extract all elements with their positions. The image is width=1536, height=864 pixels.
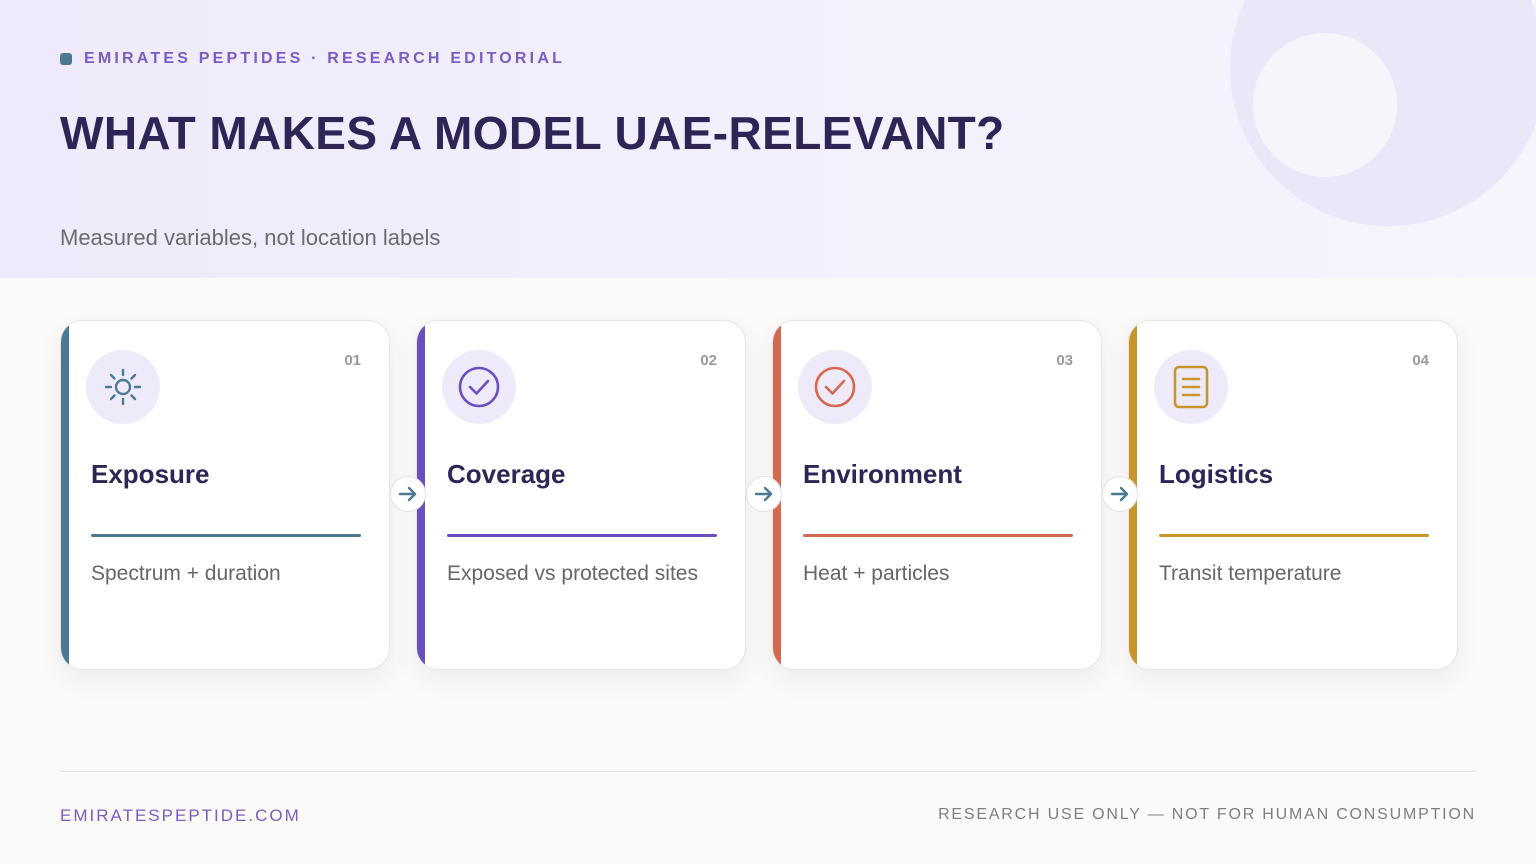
card-coverage: 02 Coverage Exposed vs protected sites — [416, 320, 746, 670]
document-icon — [1173, 365, 1209, 409]
kicker: EMIRATES PEPTIDES · RESEARCH EDITORIAL — [60, 50, 565, 68]
sun-icon — [104, 368, 142, 406]
card-logistics: 04 Logistics Transit temperature — [1128, 320, 1458, 670]
kicker-dot-icon — [60, 53, 72, 65]
hero-section: EMIRATES PEPTIDES · RESEARCH EDITORIAL W… — [0, 0, 1536, 278]
icon-badge — [1154, 350, 1228, 424]
card-number: 02 — [700, 352, 717, 369]
card-exposure: 01 Exposure Spectrum + duration — [60, 320, 390, 670]
card-divider — [1159, 534, 1429, 537]
page-title: WHAT MAKES A MODEL UAE-RELEVANT? — [60, 107, 1005, 159]
page-subtitle: Measured variables, not location labels — [60, 225, 441, 250]
check-circle-icon — [458, 366, 500, 408]
footer-disclaimer: RESEARCH USE ONLY — NOT FOR HUMAN CONSUM… — [938, 806, 1476, 823]
card-title: Environment — [803, 459, 962, 489]
footer-divider — [60, 771, 1476, 772]
card-accent-bar — [61, 321, 69, 669]
arrow-right-icon — [1102, 476, 1138, 512]
card-title: Coverage — [447, 459, 566, 489]
card-number: 04 — [1412, 352, 1429, 369]
arrow-right-icon — [746, 476, 782, 512]
decorative-inner-circle — [1253, 33, 1397, 177]
footer-website: EMIRATESPEPTIDE.COM — [60, 806, 301, 825]
check-circle-icon — [814, 366, 856, 408]
card-number: 01 — [344, 352, 361, 369]
card-number: 03 — [1056, 352, 1073, 369]
card-description: Exposed vs protected sites — [447, 562, 698, 585]
card-description: Transit temperature — [1159, 562, 1342, 585]
icon-badge — [442, 350, 516, 424]
card-title: Logistics — [1159, 459, 1274, 489]
card-description: Heat + particles — [803, 562, 950, 585]
arrow-right-icon — [390, 476, 426, 512]
kicker-text: EMIRATES PEPTIDES · RESEARCH EDITORIAL — [84, 50, 566, 67]
card-divider — [91, 534, 361, 537]
card-description: Spectrum + duration — [91, 562, 281, 585]
card-environment: 03 Environment Heat + particles — [772, 320, 1102, 670]
icon-badge — [798, 350, 872, 424]
icon-badge — [86, 350, 160, 424]
card-divider — [803, 534, 1073, 537]
card-divider — [447, 534, 717, 537]
card-row: 01 Exposure Spectrum + duration 02 Cover… — [60, 320, 1460, 670]
card-title: Exposure — [91, 459, 210, 489]
